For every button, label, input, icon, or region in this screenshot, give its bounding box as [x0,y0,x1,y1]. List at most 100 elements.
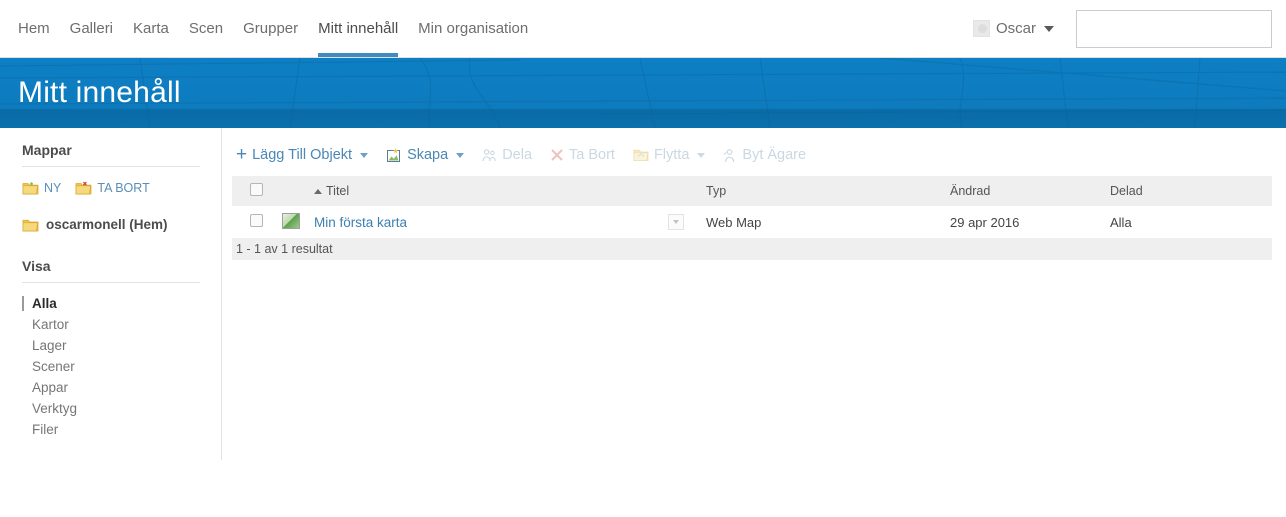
sidebar-item-label: Appar [32,380,69,395]
folder-delete-icon [75,181,92,195]
map-thumbnail-icon [282,212,300,229]
create-map-icon [387,147,401,162]
delete-button: Ta Bort [550,147,615,163]
home-folder-label: oscarmonell (Hem) [46,217,168,232]
row-title-cell: Min första karta [310,206,702,238]
sidebar-item-filer[interactable]: Filer [22,419,222,440]
sidebar-item-alla[interactable]: Alla [22,293,222,314]
content-items-table: Titel Typ Ändrad Delad Min första karta … [232,176,1272,238]
row-modified-cell: 29 apr 2016 [950,214,1020,230]
delete-folder-button[interactable]: TA BORT [75,181,150,195]
new-folder-button[interactable]: NY [22,181,61,195]
change-owner-icon [724,148,735,162]
content-area: + Lägg Till Objekt Skapa Dela Ta Bort Fl… [222,128,1286,517]
chevron-down-icon [456,152,465,158]
delete-folder-label: TA BORT [97,181,150,195]
nav-item-min-organisation[interactable]: Min organisation [408,0,538,57]
nav-item-scen[interactable]: Scen [179,0,233,57]
sidebar-home-folder[interactable]: oscarmonell (Hem) [22,217,222,232]
sidebar-view-heading: Visa [22,258,200,283]
nav-item-label: Min organisation [418,20,529,37]
nav-item-label: Hem [18,20,50,37]
change-owner-button: Byt Ägare [723,147,806,163]
row-select-cell [232,206,278,238]
sidebar-filter-list: Alla Kartor Lager Scener Appar Verktyg F… [22,293,222,440]
sort-ascending-icon [314,189,322,195]
row-type-cell: Web Map [706,214,762,230]
nav-item-karta[interactable]: Karta [123,0,179,57]
create-button[interactable]: Skapa [386,147,465,163]
sidebar-item-label: Alla [32,296,57,311]
modified-column-header[interactable]: Ändrad [946,176,1106,206]
sidebar-item-label: Lager [32,338,67,353]
results-count-bar: 1 - 1 av 1 resultat [232,238,1272,260]
sidebar-item-lager[interactable]: Lager [22,335,222,356]
move-button: Flytta [633,147,706,163]
item-title-link[interactable]: Min första karta [314,215,407,230]
row-actions-dropdown[interactable] [668,214,684,230]
delete-x-icon [551,149,563,161]
add-item-button[interactable]: + Lägg Till Objekt [236,144,369,165]
sidebar-item-kartor[interactable]: Kartor [22,314,222,335]
select-all-checkbox[interactable] [250,183,263,196]
type-column-header[interactable]: Typ [702,176,946,206]
sidebar-folders-heading: Mappar [22,142,200,167]
content-toolbar: + Lägg Till Objekt Skapa Dela Ta Bort Fl… [232,138,1272,172]
delete-label: Ta Bort [569,147,615,163]
nav-item-label: Galleri [69,20,114,37]
nav-item-label: Karta [133,20,169,37]
search-box[interactable] [1076,9,1279,48]
nav-item-label: Scen [188,20,224,37]
nav-right-group: Oscar [972,9,1279,48]
sidebar-view-section: Visa Alla Kartor Lager Scener Appar Verk… [22,258,222,440]
create-label: Skapa [407,147,449,163]
nav-item-mitt-innehall[interactable]: Mitt innehåll [308,0,408,57]
sidebar: Mappar NY TA BORT oscarmonell (Hem) Visa… [0,128,222,517]
plus-icon: + [236,144,248,165]
sidebar-item-label: Filer [32,422,59,437]
sidebar-item-verktyg[interactable]: Verktyg [22,398,222,419]
user-avatar-icon [972,20,990,37]
select-all-header [232,176,278,206]
type-header-label: Typ [706,184,727,198]
table-header-row: Titel Typ Ändrad Delad [232,176,1272,206]
folder-actions: NY TA BORT [22,181,222,195]
sidebar-item-label: Verktyg [32,401,78,416]
chevron-down-icon [697,152,706,158]
nav-item-hem[interactable]: Hem [18,0,60,57]
share-people-icon [482,148,496,161]
row-thumbnail-cell [278,206,310,238]
table-head: Titel Typ Ändrad Delad [232,176,1272,206]
title-header-label: Titel [326,184,350,198]
search-input[interactable] [1094,19,1279,38]
chevron-down-icon [673,220,679,224]
nav-item-galleri[interactable]: Galleri [60,0,123,57]
move-label: Flytta [653,147,690,163]
user-menu[interactable]: Oscar [972,20,1054,37]
chevron-down-icon [360,152,369,158]
table-row[interactable]: Min första karta Web Map 29 apr 2016 All… [232,206,1272,238]
page-body: Mappar NY TA BORT oscarmonell (Hem) Visa… [0,128,1286,517]
sidebar-item-scener[interactable]: Scener [22,356,222,377]
nav-items: Hem Galleri Karta Scen Grupper Mitt inne… [18,0,538,57]
shared-column-header[interactable]: Delad [1106,176,1272,206]
row-checkbox[interactable] [250,214,263,227]
add-item-label: Lägg Till Objekt [252,147,353,163]
sidebar-item-label: Kartor [32,317,69,332]
row-shared-cell: Alla [1110,214,1132,230]
title-column-header[interactable]: Titel [310,176,702,206]
page-title: Mitt innehåll [18,76,181,109]
folder-icon [22,219,39,231]
table-body: Min första karta Web Map 29 apr 2016 All… [232,206,1272,238]
share-label: Dela [502,147,533,163]
move-folder-icon [633,149,649,161]
nav-item-label: Mitt innehåll [318,20,399,37]
user-menu-label: Oscar [995,20,1036,37]
change-owner-label: Byt Ägare [742,147,807,163]
modified-header-label: Ändrad [950,184,991,198]
shared-header-label: Delad [1110,184,1143,198]
nav-item-grupper[interactable]: Grupper [233,0,308,57]
caret-down-icon [1044,25,1054,32]
new-folder-label: NY [44,181,62,195]
sidebar-item-appar[interactable]: Appar [22,377,222,398]
